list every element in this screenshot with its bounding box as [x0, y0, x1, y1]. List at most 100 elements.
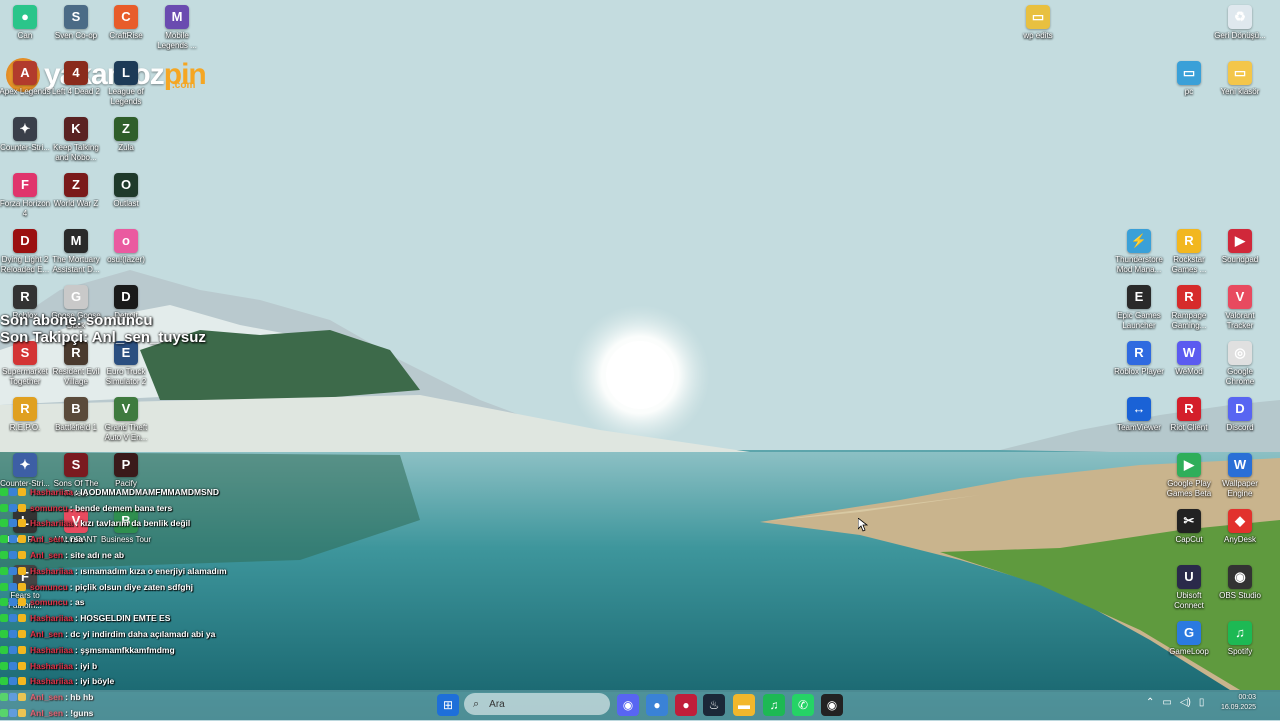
chat-badges-icon	[0, 661, 27, 670]
desktop-icon-geri-d-n[interactable]: ♻ Geri Dönüşü...	[1213, 2, 1267, 41]
taskbar-clock[interactable]: 00:03 16.09.2025	[1221, 693, 1256, 713]
chat-message: somuncu: piçlik olsun diye zaten sdfghj	[0, 579, 260, 595]
watermark-suffix: .com	[172, 80, 196, 91]
desktop-icon-zula[interactable]: Z Zula	[99, 114, 153, 153]
desktop-icon-rampage-gaming[interactable]: R Rampage Gaming...	[1162, 282, 1216, 331]
desktop-icon-pc[interactable]: ▭ pc	[1162, 58, 1216, 97]
desktop-icon-label: osu!(lazer)	[107, 255, 145, 264]
desktop-icon-gameloop[interactable]: G GameLoop	[1162, 618, 1216, 657]
volume-icon[interactable]: ◁)	[1180, 697, 1191, 708]
app-icon: D	[1228, 397, 1252, 421]
desktop-icon-dying-light-2-reloaded-e[interactable]: D Dying Light 2 Reloaded E...	[0, 226, 52, 275]
desktop-icon-discord[interactable]: D Discord	[1213, 394, 1267, 433]
desktop-icon-soundpad[interactable]: ▶ Soundpad	[1213, 226, 1267, 265]
app-icon: E	[1127, 285, 1151, 309]
desktop-icon-anydesk[interactable]: ◆ AnyDesk	[1213, 506, 1267, 545]
desktop-icon-label: OBS Studio	[1219, 591, 1261, 600]
desktop-icon-label: Riot Client	[1170, 423, 1208, 432]
desktop-icon-left-4-dead-2[interactable]: 4 Left 4 Dead 2	[49, 58, 103, 97]
app-icon: 4	[64, 61, 88, 85]
clock-time: 00:03	[1238, 694, 1256, 701]
chat-message: Hashariiaa: ısınamadım kıza o enerjiyi a…	[0, 563, 260, 579]
app-icon: o	[114, 229, 138, 253]
chat-badges-icon	[0, 582, 27, 591]
desktop-icon-forza-horizon-4[interactable]: F Forza Horizon 4	[0, 170, 52, 219]
desktop-icon-can[interactable]: ● Can	[0, 2, 52, 41]
desktop-icon-osu-lazer[interactable]: o osu!(lazer)	[99, 226, 153, 265]
app-icon: ▭	[1177, 61, 1201, 85]
desktop-icon-wp-edits[interactable]: ▭ wp edits	[1011, 2, 1065, 41]
chat-badges-icon	[0, 645, 27, 654]
search-icon: ⌕	[473, 697, 480, 710]
desktop-icon-google-play-games-beta[interactable]: ▶ Google Play Games Beta	[1162, 450, 1216, 499]
desktop-icon-ubisoft-connect[interactable]: U Ubisoft Connect	[1162, 562, 1216, 611]
chat-message: Anl_sen: dc yi indirdim daha açılamadı a…	[0, 626, 260, 642]
stream-chat-overlay: Hashariiaa: IAODMMAMDMAMFMMAMDMSND somunc…	[0, 484, 260, 721]
chevron-up-icon[interactable]: ⌃	[1146, 697, 1154, 708]
chat-message: Anl_sen: rsa	[0, 531, 260, 547]
obs-taskbar-icon[interactable]: ◉	[821, 694, 843, 716]
battery-icon[interactable]: ▯	[1199, 697, 1205, 708]
spotify-taskbar-icon[interactable]: ♫	[763, 694, 785, 716]
chat-text: : site adı ne ab	[65, 550, 125, 561]
desktop-icon-obs-studio[interactable]: ◉ OBS Studio	[1213, 562, 1267, 601]
whatsapp-taskbar-icon[interactable]: ✆	[792, 694, 814, 716]
desktop-icon-keep-talking-and-nobo[interactable]: K Keep Talking and Nobo...	[49, 114, 103, 163]
start-button[interactable]: ⊞	[437, 694, 459, 716]
desktop-icon-the-mortuary-assistant-d[interactable]: M The Mortuary Assistant D...	[49, 226, 103, 275]
desktop-icon-world-war-z[interactable]: Z World War Z	[49, 170, 103, 209]
app-blue-taskbar-icon[interactable]: ●	[646, 694, 668, 716]
taskbar-search[interactable]: ⌕ Ara	[464, 693, 610, 715]
desktop-icon-capcut[interactable]: ✂ CapCut	[1162, 506, 1216, 545]
desktop-icon-outlast[interactable]: O Outlast	[99, 170, 153, 209]
app-icon: ◆	[1228, 509, 1252, 533]
desktop-icon-thunderstore-mod-mana[interactable]: ⚡ Thunderstore Mod Mana...	[1112, 226, 1166, 275]
desktop-icon-mobile-legends[interactable]: M Mobile Legends ...	[150, 2, 204, 51]
desktop-icon-label: Google Play Games Beta	[1166, 479, 1212, 498]
file-explorer-taskbar-icon[interactable]: ▬	[733, 694, 755, 716]
app-icon: ♫	[1228, 621, 1252, 645]
desktop-icon-counter-stri[interactable]: ✦ Counter-Stri...	[0, 114, 52, 153]
desktop-icon-rockstar-games[interactable]: R Rockstar Games ...	[1162, 226, 1216, 275]
desktop-icon-grand-theft-auto-v-en[interactable]: V Grand Theft Auto V En...	[99, 394, 153, 443]
desktop-icon-label: Counter-Stri...	[0, 143, 50, 152]
chat-text: : dc yi indirdim daha açılamadı abi ya	[65, 629, 216, 640]
last-subscriber-overlay: Son abone: somuncu	[0, 312, 153, 329]
desktop-icon-wemod[interactable]: W WeMod	[1162, 338, 1216, 377]
desktop-icon-valorant-tracker[interactable]: V Valorant Tracker	[1213, 282, 1267, 331]
app-icon: Z	[64, 173, 88, 197]
desktop-icon-craftrise[interactable]: C CraftRise	[99, 2, 153, 41]
desktop-icon-label: Rockstar Games ...	[1171, 255, 1207, 274]
chat-username: somuncu	[30, 502, 68, 513]
desktop-icon-league-of-legends[interactable]: L League of Legends	[99, 58, 153, 107]
chat-message: Hashariiaa: IAODMMAMDMAMFMMAMDMSND	[0, 484, 260, 500]
desktop-icon-spotify[interactable]: ♫ Spotify	[1213, 618, 1267, 657]
desktop-icon-battlefield-1[interactable]: B Battlefield 1	[49, 394, 103, 433]
app-icon: ▭	[1026, 5, 1050, 29]
app-icon: ◎	[1228, 341, 1252, 365]
desktop-icon-teamviewer[interactable]: ↔ TeamViewer	[1112, 394, 1166, 433]
desktop-icon-sven-co-op[interactable]: S Sven Co-op	[49, 2, 103, 41]
app-icon: P	[114, 453, 138, 477]
chat-message: Hashariiaa: şşmsmamfkkamfmdmg	[0, 642, 260, 658]
app-red-taskbar-icon[interactable]: ●	[675, 694, 697, 716]
desktop-icon-roblox-player[interactable]: R Roblox Player	[1112, 338, 1166, 377]
app-icon: L	[114, 61, 138, 85]
desktop-icon-label: CapCut	[1175, 535, 1203, 544]
network-icon[interactable]: ▭	[1162, 697, 1171, 708]
steam-taskbar-icon[interactable]: ♨	[703, 694, 725, 716]
desktop-icon-epic-games-launcher[interactable]: E Epic Games Launcher	[1112, 282, 1166, 331]
app-icon: ↔	[1127, 397, 1151, 421]
desktop-icon-riot-client[interactable]: R Riot Client	[1162, 394, 1216, 433]
desktop-icon-yeni-klas-r[interactable]: ▭ Yeni klasör	[1213, 58, 1267, 97]
discord-taskbar-icon[interactable]: ◉	[617, 694, 639, 716]
desktop-icon-label: Rampage Gaming...	[1171, 311, 1207, 330]
desktop-icon-label: Left 4 Dead 2	[51, 87, 101, 96]
chat-message: somuncu: as	[0, 595, 260, 611]
desktop-icon-google-chrome[interactable]: ◎ Google Chrome	[1213, 338, 1267, 387]
desktop-icon-wallpaper-engine[interactable]: W Wallpaper Engine	[1213, 450, 1267, 499]
desktop-icon-apex-legends[interactable]: A Apex Legends	[0, 58, 52, 97]
chat-username: Hashariiaa	[30, 676, 73, 687]
desktop-icon-r-e-p-o[interactable]: R R.E.P.O.	[0, 394, 52, 433]
app-icon: G	[1177, 621, 1201, 645]
